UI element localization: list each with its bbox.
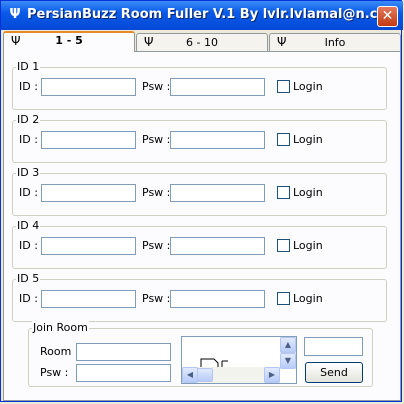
window-title: PersianBuzz Room Fuller V.1 By lvlr.lvla…	[27, 7, 378, 22]
account-group-1: ID 1 ID : Psw : Login	[12, 60, 387, 110]
id-input[interactable]	[41, 237, 136, 255]
antenna-icon: Ψ	[9, 7, 21, 22]
group-title: ID 3	[16, 166, 41, 180]
account-group-2: ID 2 ID : Psw : Login	[12, 113, 387, 163]
scroll-up-button[interactable]: ▲	[280, 337, 296, 353]
password-input[interactable]	[170, 237, 265, 255]
room-label: Room :	[40, 345, 79, 358]
psw-label: Psw :	[142, 292, 171, 305]
password-input[interactable]	[170, 184, 265, 202]
message-list[interactable]: ▲ ▼ ◀ ▶	[181, 336, 297, 384]
password-input[interactable]	[170, 78, 265, 96]
scroll-right-button[interactable]: ▶	[264, 367, 280, 383]
title-bar[interactable]: Ψ PersianBuzz Room Fuller V.1 By lvlr.lv…	[1, 1, 403, 30]
close-icon: ✕	[381, 8, 394, 24]
vertical-scrollbar[interactable]: ▲ ▼	[280, 337, 296, 369]
room-input[interactable]	[76, 343, 171, 361]
tab-label: Info	[324, 36, 346, 49]
tab-info[interactable]: Ψ Info	[269, 33, 401, 51]
horizontal-scrollbar[interactable]: ◀ ▶	[182, 367, 280, 383]
login-checkbox[interactable]	[277, 133, 290, 146]
id-label: ID :	[19, 186, 38, 199]
psw-label: Psw :	[142, 186, 171, 199]
message-input[interactable]	[304, 337, 363, 356]
login-checkbox[interactable]	[277, 80, 290, 93]
id-label: ID :	[19, 292, 38, 305]
account-group-3: ID 3 ID : Psw : Login	[12, 166, 387, 216]
app-window: Ψ PersianBuzz Room Fuller V.1 By lvlr.lv…	[0, 0, 403, 402]
password-input[interactable]	[170, 131, 265, 149]
login-label: Login	[293, 80, 323, 93]
scroll-left-button[interactable]: ◀	[182, 367, 198, 383]
tab-6-10[interactable]: Ψ 6 - 10	[136, 33, 268, 51]
tab-strip: Ψ 1 - 5 Ψ 6 - 10 Ψ Info	[3, 31, 401, 52]
id-input[interactable]	[41, 290, 136, 308]
account-group-4: ID 4 ID : Psw : Login	[12, 219, 387, 269]
id-input[interactable]	[41, 131, 136, 149]
chevron-left-icon: ◀	[186, 370, 194, 379]
room-password-input[interactable]	[76, 364, 171, 382]
password-input[interactable]	[170, 290, 265, 308]
send-button[interactable]: Send	[305, 362, 363, 383]
tab-label: 1 - 5	[55, 34, 83, 47]
group-title: ID 1	[16, 60, 41, 74]
login-label: Login	[293, 239, 323, 252]
id-input[interactable]	[41, 184, 136, 202]
login-label: Login	[293, 186, 323, 199]
psw-label: Psw :	[142, 133, 171, 146]
chevron-up-icon: ▲	[284, 340, 292, 349]
id-label: ID :	[19, 80, 38, 93]
chevron-down-icon: ▼	[284, 356, 292, 365]
login-label: Login	[293, 292, 323, 305]
id-label: ID :	[19, 133, 38, 146]
group-title: ID 5	[16, 272, 41, 286]
id-input[interactable]	[41, 78, 136, 96]
psw-label: Psw :	[142, 239, 171, 252]
login-checkbox[interactable]	[277, 186, 290, 199]
psw-label: Psw :	[142, 80, 171, 93]
chevron-right-icon: ▶	[268, 370, 276, 379]
login-checkbox[interactable]	[277, 292, 290, 305]
group-title: Join Room	[32, 321, 89, 335]
login-checkbox[interactable]	[277, 239, 290, 252]
close-button[interactable]: ✕	[377, 6, 398, 27]
scroll-down-button[interactable]: ▼	[280, 353, 296, 369]
tab-1-5[interactable]: Ψ 1 - 5	[3, 31, 135, 52]
login-label: Login	[293, 133, 323, 146]
group-title: ID 2	[16, 113, 41, 127]
account-group-5: ID 5 ID : Psw : Login	[12, 272, 387, 322]
psw-label: Psw :	[40, 366, 69, 379]
id-label: ID :	[19, 239, 38, 252]
tab-panel: ID 1 ID : Psw : Login ID 2 ID : Psw : Lo…	[3, 51, 401, 401]
scroll-thumb[interactable]	[197, 368, 213, 382]
group-title: ID 4	[16, 219, 41, 233]
tab-label: 6 - 10	[186, 36, 218, 49]
